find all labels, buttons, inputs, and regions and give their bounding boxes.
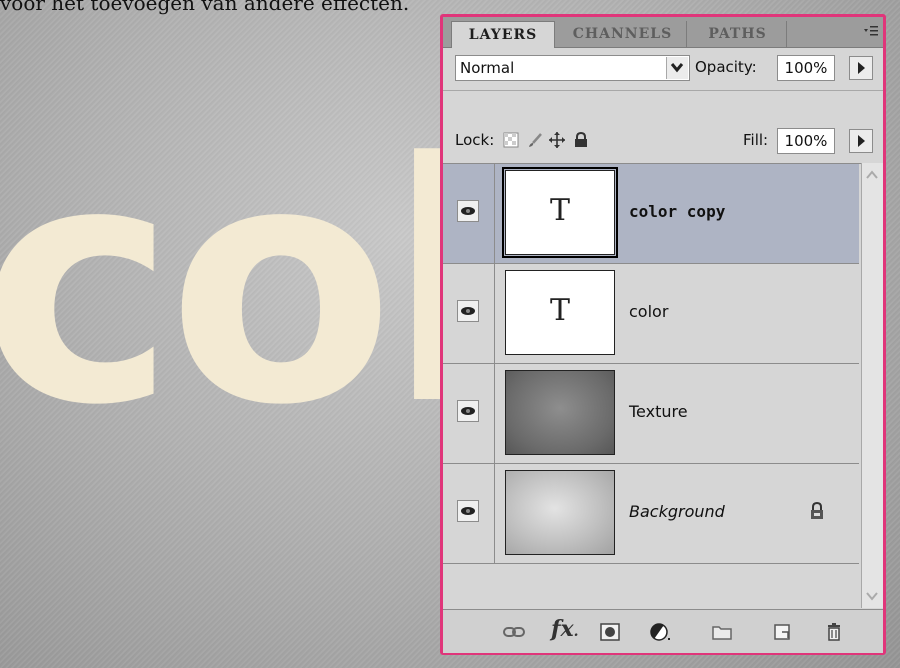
fill-label: Fill: [743, 131, 769, 149]
layer-row-texture[interactable]: Texture [443, 364, 859, 464]
layer-name[interactable]: Background [629, 502, 725, 521]
canvas-text-art: col [0, 93, 499, 477]
tab-layers[interactable]: LAYERS [451, 21, 555, 48]
visibility-cell [443, 264, 495, 363]
panel-menu-icon[interactable] [863, 23, 879, 39]
triangle-right-icon [858, 62, 865, 74]
visibility-cell [443, 364, 495, 463]
tab-channels[interactable]: CHANNELS [559, 21, 687, 47]
delete-layer-icon[interactable] [823, 622, 845, 642]
layers-scrollbar[interactable] [861, 163, 883, 608]
lock-fill-row: Lock: Fill: 100% [443, 91, 883, 163]
panel-bottom-toolbar: fx. [443, 609, 883, 653]
link-layers-icon[interactable] [503, 622, 525, 642]
tab-paths[interactable]: PATHS [689, 21, 787, 47]
blend-mode-value: Normal [460, 59, 515, 77]
layer-name[interactable]: Texture [629, 402, 688, 421]
fill-input[interactable]: 100% [777, 128, 835, 154]
lock-pixels-brush-icon[interactable] [527, 132, 543, 148]
opacity-label: Opacity: [695, 58, 757, 76]
visibility-toggle[interactable] [457, 200, 479, 222]
layer-thumbnail[interactable] [505, 370, 615, 455]
layers-panel: LAYERS CHANNELS PATHS Normal Opacity: 10… [440, 14, 886, 655]
scroll-up-icon[interactable] [864, 167, 880, 183]
blend-opacity-row: Normal Opacity: 100% [443, 48, 883, 90]
adjustment-layer-icon[interactable] [649, 622, 671, 642]
new-layer-icon[interactable] [771, 622, 793, 642]
lock-icon [811, 502, 823, 519]
layer-thumbnail[interactable]: T [502, 167, 618, 258]
add-mask-icon[interactable] [599, 622, 621, 642]
visibility-toggle[interactable] [457, 400, 479, 422]
layer-row-color-copy[interactable]: T color copy [443, 164, 859, 264]
visibility-toggle[interactable] [457, 300, 479, 322]
fill-slider-button[interactable] [849, 129, 873, 153]
opacity-input[interactable]: 100% [777, 55, 835, 81]
panel-tabs: LAYERS CHANNELS PATHS [443, 17, 883, 48]
layer-row-background[interactable]: Background [443, 464, 859, 564]
visibility-toggle[interactable] [457, 500, 479, 522]
layer-row-color[interactable]: T color [443, 264, 859, 364]
eye-icon [461, 307, 475, 315]
layer-thumbnail[interactable]: T [505, 270, 615, 355]
caption-text: voor het toevoegen van andere effecten. [0, 0, 410, 15]
eye-icon [461, 407, 475, 415]
eye-icon [461, 207, 475, 215]
lock-position-move-icon[interactable] [549, 132, 565, 148]
scroll-down-icon[interactable] [864, 588, 880, 604]
layer-thumbnail[interactable] [505, 470, 615, 555]
visibility-cell [443, 464, 495, 563]
eye-icon [461, 507, 475, 515]
layer-name[interactable]: color [629, 302, 668, 321]
new-group-icon[interactable] [711, 622, 733, 642]
fx-icon[interactable]: fx. [551, 616, 578, 642]
lock-label: Lock: [455, 131, 495, 149]
type-layer-icon: T [549, 293, 570, 328]
blend-mode-select[interactable]: Normal [455, 55, 690, 81]
lock-transparency-icon[interactable] [503, 132, 519, 148]
layer-name[interactable]: color copy [629, 202, 725, 221]
layers-list: T color copy T color Texture Background [443, 163, 883, 609]
type-layer-icon: T [549, 193, 570, 228]
visibility-cell [443, 164, 495, 263]
triangle-right-icon [858, 135, 865, 147]
opacity-slider-button[interactable] [849, 56, 873, 80]
chevron-down-icon[interactable] [666, 57, 688, 79]
lock-all-icon[interactable] [573, 132, 589, 148]
